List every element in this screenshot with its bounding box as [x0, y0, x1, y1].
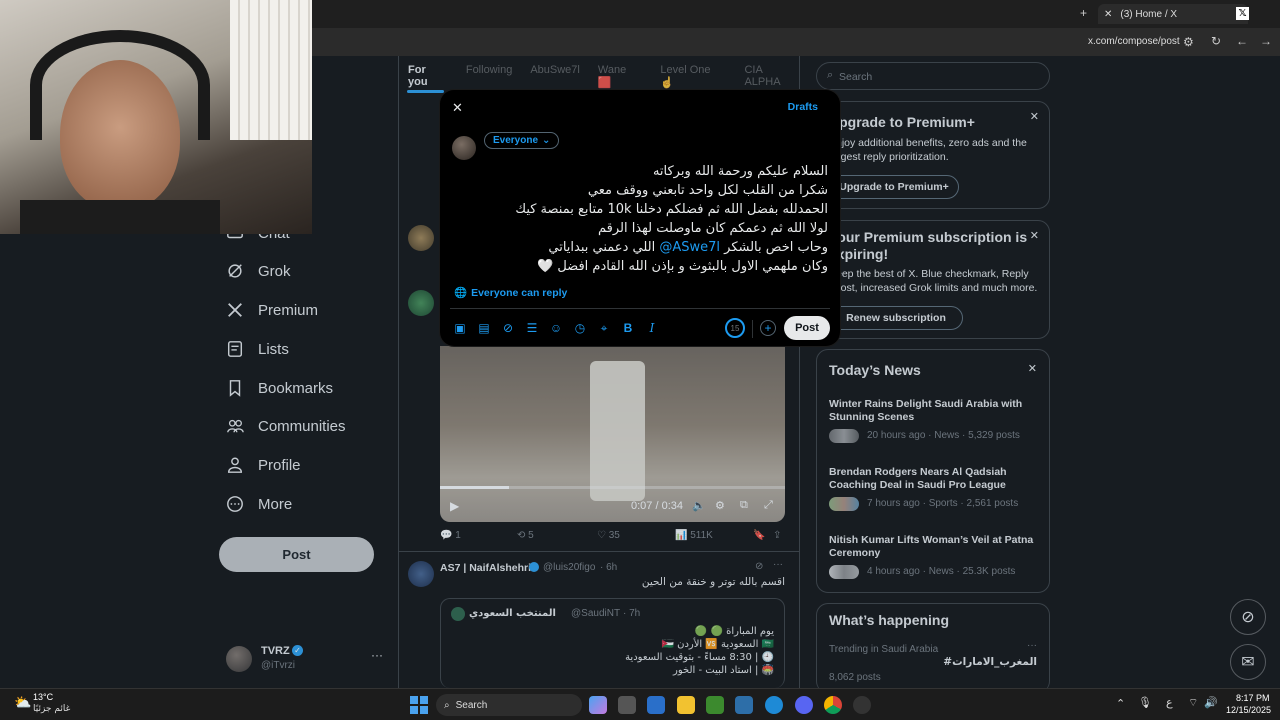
search-icon: ⌕: [444, 699, 450, 711]
url-text[interactable]: x.com/compose/post: [1088, 36, 1180, 47]
copilot-icon[interactable]: [589, 696, 607, 714]
audience-label: Everyone: [493, 135, 539, 146]
headset: [30, 30, 210, 140]
mic-icon[interactable]: 🎙: [1138, 696, 1152, 709]
taskbar: ⛅ 13°C غائم جزئيًا ⌕ Search ⌃ 🎙 ع ⌔ 🔊 8:…: [0, 688, 1280, 720]
taskbar-search[interactable]: ⌕ Search: [436, 694, 582, 716]
reload-icon[interactable]: ↻: [1211, 34, 1221, 48]
volume-icon[interactable]: 🔊: [1204, 696, 1218, 709]
compose-line: السلام عليكم ورحمة الله وبركاته: [652, 164, 828, 179]
taskbar-search-label: Search: [455, 699, 488, 711]
audience-selector[interactable]: Everyone ⌄: [484, 132, 560, 149]
italic-icon[interactable]: I: [644, 320, 660, 336]
drafts-link[interactable]: Drafts: [788, 101, 818, 113]
window-blinds: [230, 0, 312, 140]
minecraft-icon[interactable]: [706, 696, 724, 714]
edge-icon[interactable]: [765, 696, 783, 714]
language-indicator[interactable]: ع: [1166, 696, 1173, 709]
weather-text: غائم جزئيًا: [33, 704, 71, 714]
schedule-icon[interactable]: ◷: [572, 320, 588, 336]
chevron-down-icon: ⌄: [542, 135, 551, 146]
weather-temp: 13°C: [33, 692, 54, 702]
shirt: [20, 200, 220, 234]
reply-setting-label: Everyone can reply: [471, 286, 568, 299]
compose-line: وحاب اخص بالشكر @ASwe7l اللي دعمني ببداي…: [458, 238, 828, 257]
mention-link[interactable]: @ASwe7l: [659, 240, 720, 255]
location-icon[interactable]: ⌖: [596, 320, 612, 336]
obs-icon[interactable]: [853, 696, 871, 714]
shield-icon[interactable]: [647, 696, 665, 714]
tab-title: (3) Home / X: [1120, 8, 1178, 20]
compose-textarea[interactable]: السلام عليكم ورحمة الله وبركاته شكرا من …: [458, 162, 828, 276]
globe-icon: 🌐: [454, 287, 468, 299]
avatar: [452, 136, 476, 160]
wifi-icon[interactable]: ⌔: [1188, 696, 1198, 710]
poll-icon[interactable]: ☰: [524, 320, 540, 336]
discord-icon[interactable]: [795, 696, 813, 714]
add-thread-button[interactable]: +: [760, 320, 776, 336]
file-explorer-icon[interactable]: [677, 696, 695, 714]
x-favicon-icon: 𝕏: [1236, 7, 1249, 20]
close-icon[interactable]: ✕: [452, 100, 463, 116]
webcam-overlay: [0, 0, 312, 234]
compose-text: وحاب اخص بالشكر: [720, 240, 828, 255]
tab-close-icon[interactable]: ✕: [1104, 9, 1112, 20]
clock-date[interactable]: 12/15/2025: [1226, 705, 1271, 715]
emoji-icon[interactable]: ☺: [548, 320, 564, 336]
clock-time[interactable]: 8:17 PM: [1236, 693, 1270, 703]
store-icon[interactable]: [618, 696, 636, 714]
compose-line: لولا الله ثم دعمكم كان ماوصلت لهذا الرقم: [597, 221, 828, 236]
grok-icon[interactable]: ⊘: [500, 320, 516, 336]
browser-tab[interactable]: ✕ (3) Home / X: [1098, 4, 1248, 24]
reply-settings-button[interactable]: 🌐 Everyone can reply: [454, 286, 568, 300]
weather-icon[interactable]: ⛅: [14, 694, 31, 711]
post-button[interactable]: Post: [784, 316, 830, 340]
compose-toolbar: ▣ ▤ ⊘ ☰ ☺ ◷ ⌖ B I: [452, 320, 660, 336]
compose-line: شكرا من القلب لكل واحد تابعني ووقف معي: [587, 183, 828, 198]
bold-icon[interactable]: B: [620, 320, 636, 336]
compose-line: الحمدلله بفضل الله ثم فضلكم دخلنا 10k مت…: [515, 202, 828, 217]
image-icon[interactable]: ▣: [452, 320, 468, 336]
gif-icon[interactable]: ▤: [476, 320, 492, 336]
divider: [752, 320, 753, 338]
back-icon[interactable]: ←: [1236, 34, 1248, 48]
compose-line: وكان ملهمي الاول بالبثوث و بإذن الله الق…: [537, 259, 828, 274]
new-tab-icon[interactable]: +: [1080, 6, 1087, 20]
chrome-icon[interactable]: [824, 696, 842, 714]
site-settings-icon[interactable]: ⚙: [1183, 35, 1194, 49]
compose-text: اللي دعمني ببداياتي: [548, 240, 660, 255]
tray-overflow-icon[interactable]: ⌃: [1116, 697, 1125, 710]
forward-icon[interactable]: →: [1260, 34, 1272, 48]
start-icon[interactable]: [410, 696, 428, 714]
character-counter: 15: [725, 318, 745, 338]
divider: [450, 308, 830, 309]
app-icon[interactable]: [735, 696, 753, 714]
